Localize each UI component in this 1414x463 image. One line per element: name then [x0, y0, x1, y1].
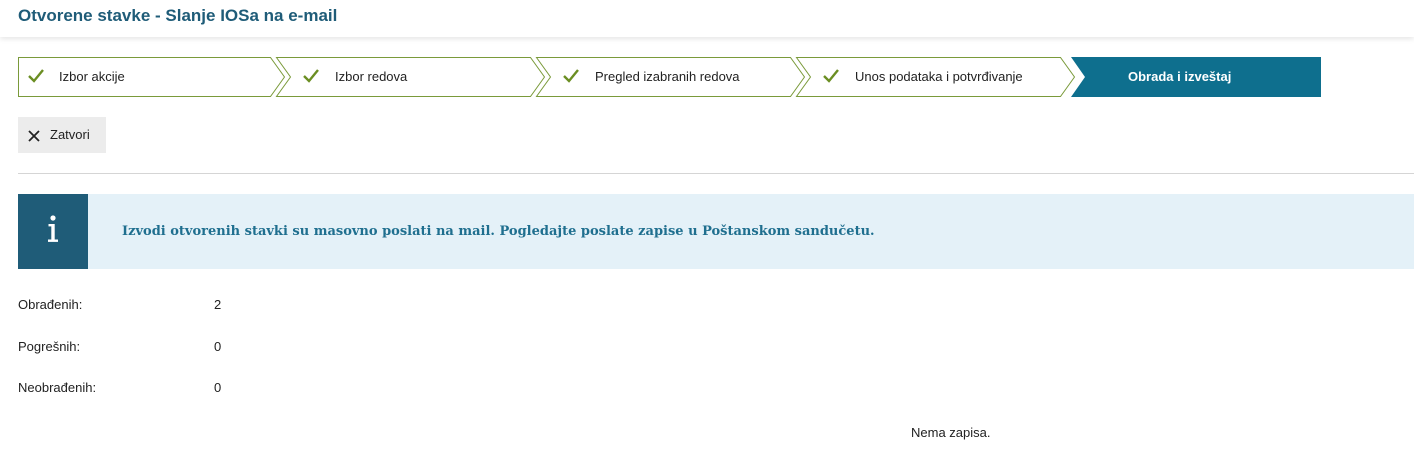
close-icon [28, 130, 40, 142]
wizard-step-label: Obrada i izveštaj [1128, 69, 1232, 84]
wizard-steps: Izbor akcije Izbor redova Pregled izabra… [18, 57, 1321, 97]
stat-label-obradjenih: Obrađenih: [18, 297, 83, 312]
wizard-step-label: Izbor akcije [59, 69, 125, 84]
close-button[interactable]: Zatvori [18, 117, 106, 153]
close-button-label: Zatvori [50, 127, 90, 142]
check-icon [28, 69, 44, 83]
wizard-step-label: Izbor redova [335, 69, 408, 84]
page-title: Otvorene stavke - Slanje IOSa na e-mail [18, 6, 338, 25]
info-message: Izvodi otvorenih stavki su masovno posla… [122, 224, 875, 239]
wizard-step-unos-podataka[interactable]: Unos podataka i potvrđivanje [795, 57, 1076, 97]
info-banner: Izvodi otvorenih stavki su masovno posla… [18, 194, 1414, 269]
top-bar: Otvorene stavke - Slanje IOSa na e-mail [0, 0, 1414, 37]
wizard-step-obrada-i-izvestaj[interactable]: Obrada i izveštaj [1071, 57, 1321, 97]
wizard-step-label: Pregled izabranih redova [595, 69, 740, 84]
check-icon [823, 69, 839, 83]
info-icon-box [18, 194, 88, 269]
empty-table-message: Nema zapisa. [911, 425, 991, 440]
wizard-step-izbor-redova[interactable]: Izbor redova [275, 57, 546, 97]
check-icon [563, 69, 579, 83]
wizard-step-pregled-izabranih-redova[interactable]: Pregled izabranih redova [535, 57, 806, 97]
stat-label-pogresnih: Pogrešnih: [18, 339, 81, 354]
stat-value-neobradjenih: 0 [214, 380, 222, 395]
stat-value-obradjenih: 2 [214, 297, 222, 312]
wizard-step-izbor-akcije[interactable]: Izbor akcije [18, 57, 286, 97]
stat-label-neobradjenih: Neobrađenih: [18, 380, 97, 395]
stat-value-pogresnih: 0 [214, 339, 222, 354]
check-icon [303, 69, 319, 83]
wizard-step-label: Unos podataka i potvrđivanje [855, 69, 1023, 84]
info-icon [48, 215, 58, 242]
divider [18, 173, 1414, 174]
